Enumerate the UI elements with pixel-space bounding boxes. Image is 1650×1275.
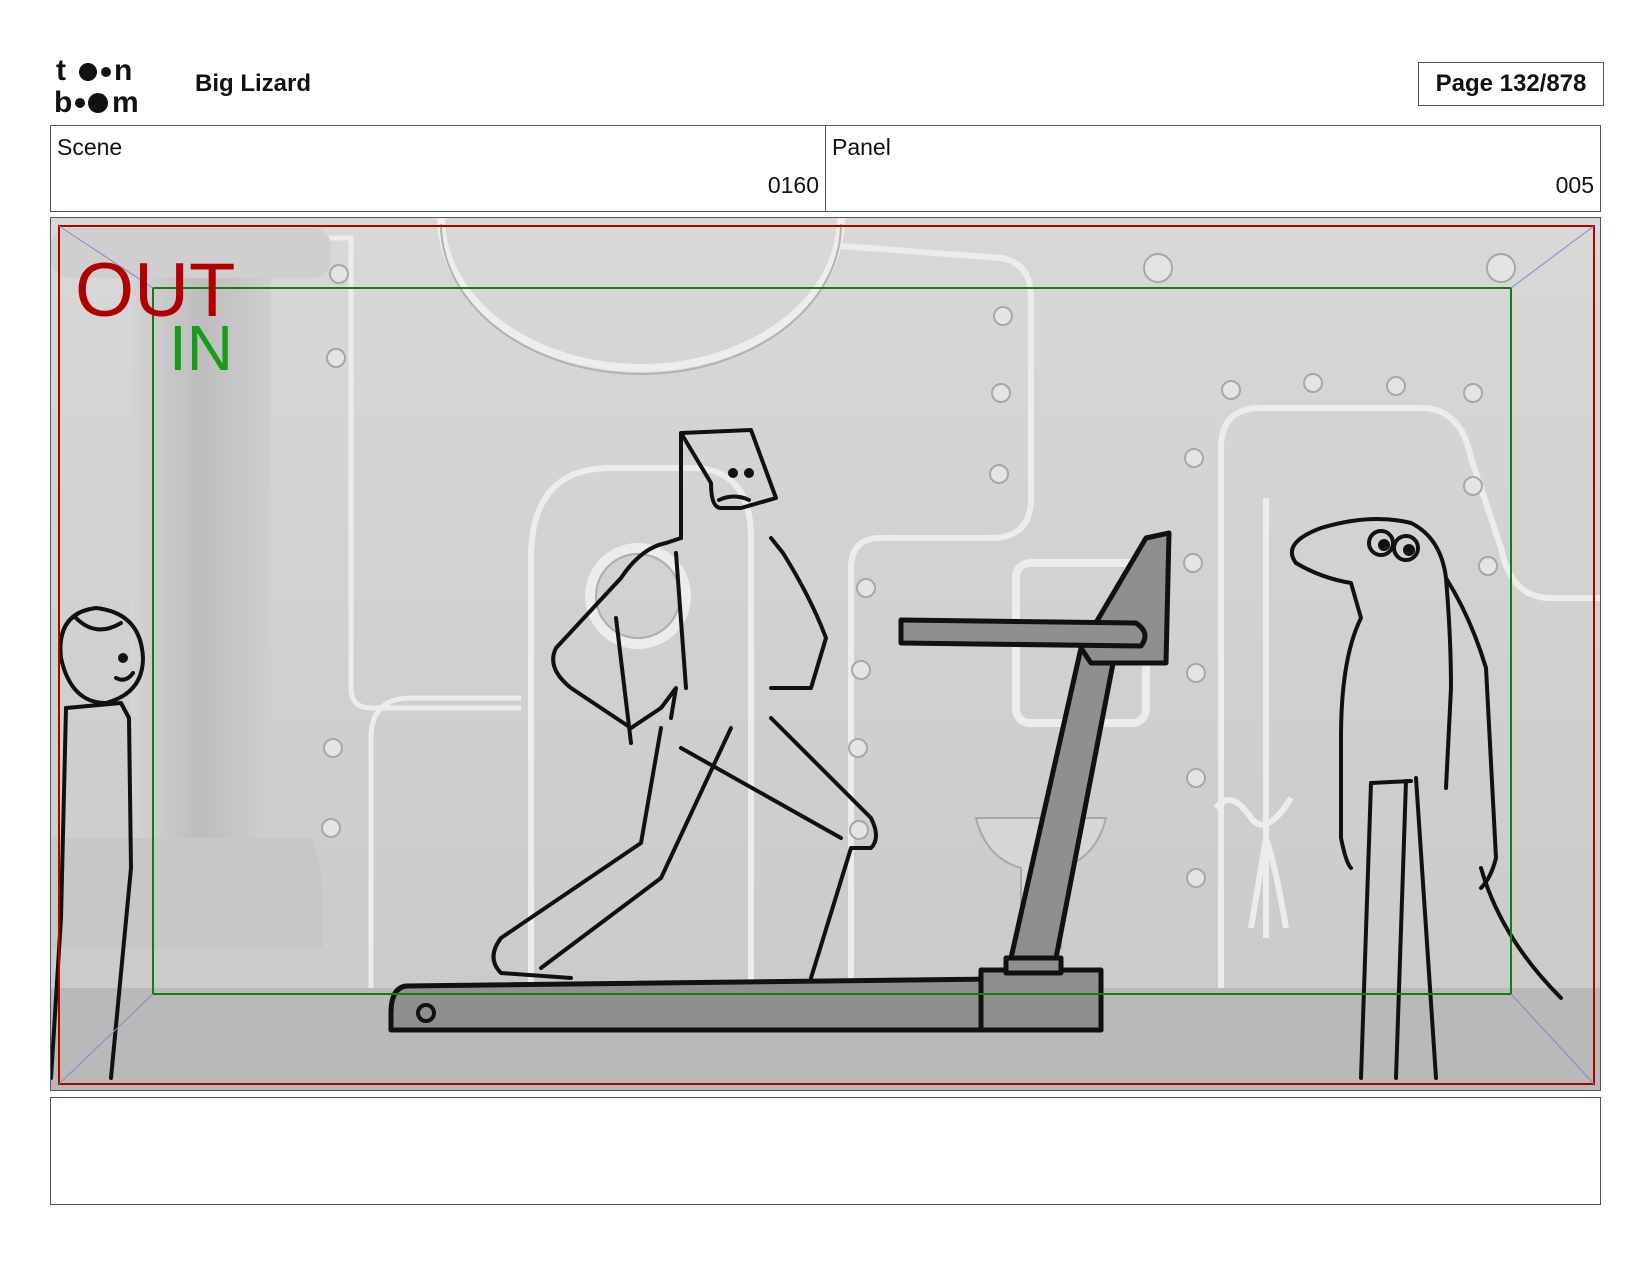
panel-label: Panel xyxy=(832,134,891,160)
project-title: Big Lizard xyxy=(195,70,312,97)
notes-box xyxy=(50,1097,1601,1205)
scene-cell: Scene 0160 xyxy=(51,126,825,211)
in-frame-label: IN xyxy=(169,312,233,384)
scene-panel-info: Scene 0160 Panel 005 xyxy=(50,125,1601,212)
toonboom-logo: t n b m xyxy=(54,54,139,116)
background-wall xyxy=(51,218,1600,1090)
svg-text:n: n xyxy=(114,54,132,87)
panel-value: 005 xyxy=(1555,172,1594,198)
svg-text:t: t xyxy=(56,54,66,87)
svg-text:m: m xyxy=(112,86,139,116)
panel-cell: Panel 005 xyxy=(825,126,1600,211)
svg-text:b: b xyxy=(54,86,72,116)
storyboard-panel: OUT IN xyxy=(50,217,1601,1091)
scene-label: Scene xyxy=(57,134,123,160)
scene-value: 0160 xyxy=(767,172,819,198)
page-indicator: Page 132/878 xyxy=(1418,62,1604,106)
panel-drawing: OUT IN xyxy=(51,218,1600,1090)
